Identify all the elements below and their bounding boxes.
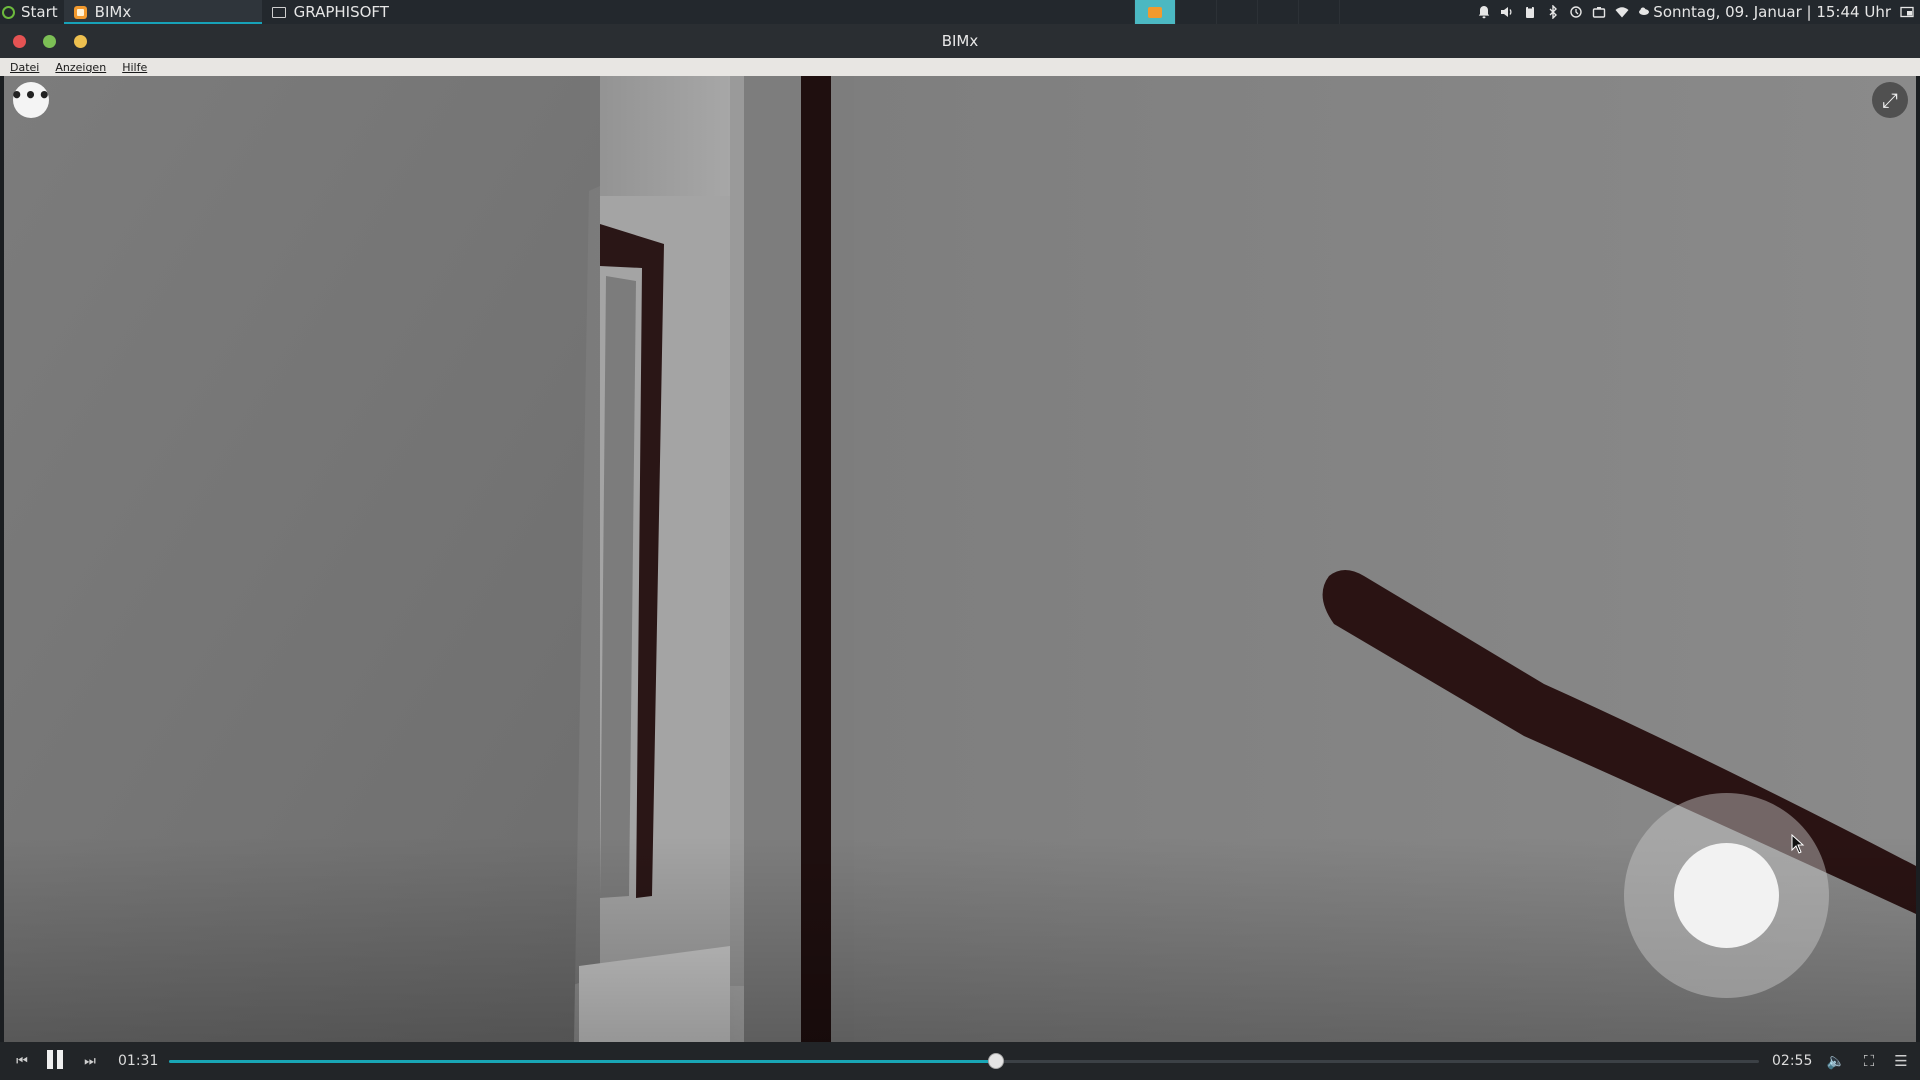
joystick-knob[interactable] [1674, 843, 1779, 948]
volume-button[interactable]: 🔈 [1825, 1042, 1847, 1080]
workspace-4[interactable] [1257, 0, 1298, 24]
player-controls: ⏮ ⏭ 01:31 02:55 🔈 ⛶ ☰ [0, 1042, 1920, 1080]
clock[interactable]: Sonntag, 09. Januar | 15:44 Uhr [1638, 3, 1891, 21]
bimx-app-icon [73, 5, 87, 19]
taskbar-task-bimx[interactable]: BIMx [63, 0, 262, 24]
start-label: Start [21, 3, 58, 21]
clipboard-icon[interactable] [1523, 5, 1537, 19]
workspace-3[interactable] [1216, 0, 1257, 24]
workspace-2[interactable] [1175, 0, 1216, 24]
clock-text: Sonntag, 09. Januar | 15:44 Uhr [1653, 3, 1891, 21]
more-options-icon: ••• [10, 83, 52, 107]
previous-icon: ⏮ [16, 1053, 28, 1069]
video-viewport[interactable]: ••• ⤢ [4, 76, 1916, 1042]
bimx-app-icon [1148, 6, 1162, 18]
playlist-button[interactable]: ☰ [1890, 1042, 1912, 1080]
start-logo-icon [2, 5, 15, 19]
bluetooth-icon[interactable] [1546, 4, 1560, 20]
next-icon: ⏭ [84, 1053, 96, 1069]
menu-datei[interactable]: Datei [0, 61, 46, 74]
menu-hilfe[interactable]: Hilfe [113, 61, 154, 74]
more-options-button[interactable]: ••• [10, 82, 52, 118]
wifi-icon[interactable] [1615, 5, 1629, 19]
task-label: BIMx [94, 3, 132, 21]
pause-button[interactable] [42, 1042, 68, 1080]
volume-icon: 🔈 [1826, 1052, 1846, 1070]
workspace-6[interactable] [1339, 0, 1380, 24]
fullscreen-button[interactable]: ⛶ [1858, 1042, 1880, 1080]
system-tray: Sonntag, 09. Januar | 15:44 Uhr [1477, 0, 1920, 24]
expand-button[interactable]: ⤢ [1872, 82, 1908, 118]
expand-icon: ⤢ [1882, 88, 1898, 112]
task-label: GRAPHISOFT [293, 3, 389, 21]
workspace-5[interactable] [1298, 0, 1339, 24]
mouse-cursor-icon [1791, 834, 1805, 854]
bell-icon[interactable] [1477, 5, 1491, 19]
playlist-icon: ☰ [1894, 1052, 1908, 1070]
fullscreen-icon: ⛶ [1863, 1052, 1875, 1070]
volume-icon[interactable] [1500, 5, 1514, 19]
weather-icon [1638, 5, 1650, 19]
workspace-1[interactable] [1134, 0, 1175, 24]
previous-button[interactable]: ⏮ [10, 1042, 34, 1080]
next-button[interactable]: ⏭ [78, 1042, 102, 1080]
taskbar-task-graphisoft[interactable]: GRAPHISOFT [262, 0, 460, 24]
battery-icon[interactable] [1592, 5, 1606, 19]
folder-icon [271, 6, 286, 18]
menu-anzeigen[interactable]: Anzeigen [46, 61, 113, 74]
seek-handle[interactable] [987, 1053, 1004, 1069]
start-menu-button[interactable]: Start [0, 0, 64, 24]
show-desktop-icon[interactable] [1900, 5, 1914, 19]
window-titlebar[interactable]: BIMx [0, 24, 1920, 58]
menubar: Datei Anzeigen Hilfe [0, 58, 1920, 76]
pause-icon [45, 1049, 65, 1073]
window-title: BIMx [941, 32, 979, 50]
total-time: 02:55 [1772, 1053, 1813, 1069]
navigation-joystick[interactable] [1624, 793, 1829, 998]
taskbar: Start BIMx GRAPHISOFT Sonntag, 09. Janua… [0, 0, 1920, 24]
seek-bar[interactable] [169, 1053, 1759, 1069]
seek-bar-progress [169, 1060, 996, 1063]
workspace-pager [1134, 0, 1380, 24]
update-icon[interactable] [1569, 5, 1583, 19]
current-time: 01:31 [118, 1053, 159, 1069]
